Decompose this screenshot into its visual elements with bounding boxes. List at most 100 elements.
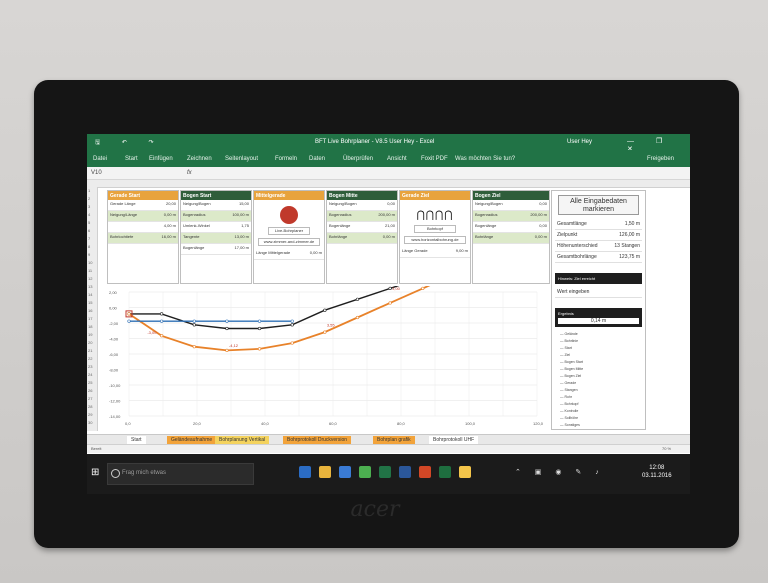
panel-row[interactable]: Neigung/Bogen 0,00 (327, 200, 397, 211)
row-number[interactable]: 22 (88, 356, 92, 361)
zoom-level[interactable]: 70 % (662, 446, 671, 451)
panel-row[interactable]: Bogenradius 200,00 m (327, 211, 397, 222)
row-value[interactable]: 0,00 m (310, 250, 322, 255)
row-value[interactable]: 200,00 m (378, 212, 395, 217)
row-value[interactable]: 9,00 m (456, 248, 468, 253)
ribbon-tab[interactable]: Start (125, 156, 138, 162)
ribbon-tab[interactable]: Daten (309, 156, 325, 162)
ribbon-tab[interactable]: Überprüfen (343, 156, 373, 162)
row-value[interactable]: 100,00 m (232, 212, 249, 217)
sheet-tab[interactable]: Start (127, 436, 146, 444)
website-link[interactable]: www.zimmer-and-zimmer.de (258, 238, 320, 246)
row-value[interactable]: 200,00 m (530, 212, 547, 217)
word-icon[interactable] (399, 466, 411, 478)
explorer-icon[interactable] (319, 466, 331, 478)
row-value[interactable]: 21,00 (385, 223, 395, 228)
row-value[interactable]: 15,00 (239, 201, 249, 206)
panel-row[interactable]: Bogenlänge 0,00 (473, 222, 549, 233)
name-box[interactable]: V10 (91, 170, 102, 176)
ribbon-tab[interactable]: Formeln (275, 156, 297, 162)
panel-row[interactable]: Umlenk-Winkel 1,75 (181, 222, 251, 233)
search-box[interactable]: Frag mich etwas (107, 463, 254, 485)
app-icon[interactable] (359, 466, 371, 478)
powerpoint-icon[interactable] (419, 466, 431, 478)
row-number[interactable]: 1 (88, 188, 90, 193)
row-value[interactable]: 20,00 (166, 201, 176, 206)
row-number[interactable]: 15 (88, 300, 92, 305)
panel-row[interactable]: Neigung/Bogen 0,00 (473, 200, 549, 211)
user-name[interactable]: User Hey (567, 139, 592, 145)
edge-icon[interactable] (299, 466, 311, 478)
row-number[interactable]: 8 (88, 244, 90, 249)
row-number[interactable]: 28 (88, 404, 92, 409)
sheet-tab[interactable]: Geländeaufnahme (167, 436, 217, 444)
row-number[interactable]: 13 (88, 284, 92, 289)
row-value[interactable]: 0,00 (539, 201, 547, 206)
ribbon-tab[interactable]: Ansicht (387, 156, 407, 162)
row-value[interactable]: 0,00 (539, 223, 547, 228)
row-value[interactable]: 1,75 (241, 223, 249, 228)
mark-inputs-button[interactable]: Alle Eingabedaten markieren (558, 195, 639, 215)
sheet-tab[interactable]: Bohrplanung Vertikal (215, 436, 270, 444)
ribbon-tab[interactable]: Einfügen (149, 156, 173, 162)
excel-icon[interactable] (379, 466, 391, 478)
row-number[interactable]: 14 (88, 292, 92, 297)
row-value[interactable]: 16,00 m (162, 234, 176, 239)
sheet-tab[interactable]: Bohrprotokoll Druckversion (283, 436, 352, 444)
panel-row[interactable]: 4,00 m (108, 222, 178, 233)
excel-active-icon[interactable] (439, 466, 451, 478)
store-icon[interactable] (339, 466, 351, 478)
share-button[interactable]: Freigeben (647, 156, 674, 162)
row-number[interactable]: 26 (88, 388, 92, 393)
row-number[interactable]: 29 (88, 412, 92, 417)
sheet-tab[interactable]: Bohrplan grafik (373, 436, 415, 444)
panel-row[interactable]: Bohrlochtiefe 16,00 m (108, 233, 178, 244)
panel-row[interactable]: Bogenradius 100,00 m (181, 211, 251, 222)
row-number[interactable]: 24 (88, 372, 92, 377)
ribbon-tab[interactable]: Zeichnen (187, 156, 212, 162)
row-number[interactable]: 2 (88, 196, 90, 201)
input-row[interactable]: Wert eingeben (555, 287, 642, 298)
panel-row[interactable]: Bohrlänge 0,00 m (473, 233, 549, 244)
row-value[interactable]: 0,00 m (164, 212, 176, 217)
ribbon-tab[interactable]: Foxit PDF (421, 156, 448, 162)
row-number[interactable]: 4 (88, 212, 90, 217)
row-number[interactable]: 25 (88, 380, 92, 385)
panel-row[interactable]: Länge Gerade 9,00 m (400, 247, 470, 258)
panel-row[interactable]: Neigung/Bogen 15,00 (181, 200, 251, 211)
row-number[interactable]: 23 (88, 364, 92, 369)
windows-start-icon[interactable]: ⊞ (91, 467, 103, 479)
quick-access-toolbar[interactable]: 🖫 ↶ ↷ (95, 138, 164, 148)
row-number[interactable]: 7 (88, 236, 90, 241)
ribbon-tab[interactable]: Datei (93, 156, 107, 162)
row-number[interactable]: 19 (88, 332, 92, 337)
row-number[interactable]: 16 (88, 308, 92, 313)
row-value[interactable]: 4,00 m (164, 223, 176, 228)
panel-row[interactable]: Tangente 13,00 m (181, 233, 251, 244)
fx-icon[interactable]: fx (187, 170, 192, 176)
row-value[interactable]: 0,00 (387, 201, 395, 206)
row-number[interactable]: 9 (88, 252, 90, 257)
row-number[interactable]: 5 (88, 220, 90, 225)
row-number[interactable]: 18 (88, 324, 92, 329)
panel-row[interactable]: Gerade Länge 20,00 (108, 200, 178, 211)
row-number[interactable]: 10 (88, 260, 92, 265)
clock[interactable]: 12:08 03.11.2016 (642, 464, 672, 480)
row-number[interactable]: 12 (88, 276, 92, 281)
row-number[interactable]: 27 (88, 396, 92, 401)
panel-row[interactable]: Länge Mittelgerade 0,00 m (254, 249, 324, 260)
row-number[interactable]: 30 (88, 420, 92, 425)
row-number[interactable]: 11 (88, 268, 92, 273)
ribbon-tab[interactable]: Was möchten Sie tun? (455, 156, 515, 162)
row-number[interactable]: 20 (88, 340, 92, 345)
row-number[interactable]: 17 (88, 316, 92, 321)
ribbon-tab[interactable]: Seitenlayout (225, 156, 258, 162)
panel-row[interactable]: Bogenradius 200,00 m (473, 211, 549, 222)
panel-row[interactable]: Bogenlänge 17,00 m (181, 244, 251, 255)
website-link[interactable]: www.horizontalbohrung.de (404, 236, 466, 244)
panel-row[interactable]: Neigung/Länge 0,00 m (108, 211, 178, 222)
panel-row[interactable]: Bogenlänge 21,00 (327, 222, 397, 233)
row-value[interactable]: 17,00 m (235, 245, 249, 250)
sheet-tab[interactable]: Bohrprotokoll UHF (429, 436, 479, 444)
row-number[interactable]: 3 (88, 204, 90, 209)
